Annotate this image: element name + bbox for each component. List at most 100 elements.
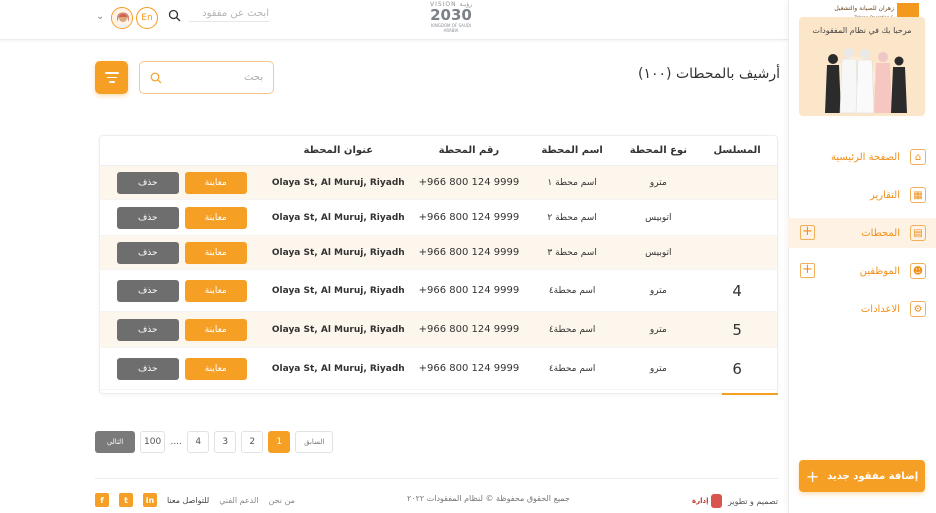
sidebar-item-label: الموظفين <box>859 265 900 277</box>
stations-icon: ▤ <box>910 225 926 241</box>
cell-phone: +966 800 124 9999 <box>418 363 520 374</box>
row-actions: معاينة حذف <box>100 206 264 229</box>
row-actions: معاينة حذف <box>100 279 264 302</box>
table-accent-bar <box>722 393 778 395</box>
add-button-label: إضافة مفقود جديد <box>827 470 919 482</box>
cell-type: مترو <box>649 324 667 335</box>
col-address: عنوان المحطة <box>303 145 374 156</box>
expand-plus-icon[interactable]: + <box>800 263 815 278</box>
view-button[interactable]: معاينة <box>184 279 247 302</box>
footer-credit: تصميم و تطوير إدارة <box>692 493 778 509</box>
cell-type: مترو <box>649 177 667 188</box>
footer-link-support[interactable]: الدعم الفني <box>219 496 258 505</box>
add-lost-item-button[interactable]: إضافة مفقود جديد + <box>799 460 925 492</box>
footer: تصميم و تطوير إدارة جميع الحقوق محفوظة ©… <box>95 478 778 513</box>
sidebar-item-employees[interactable]: ☻ الموظفين + <box>788 256 936 286</box>
welcome-banner: مرحبا بك في نظام المفقودات <box>799 17 925 116</box>
view-button[interactable]: معاينة <box>184 318 247 341</box>
cell-phone: +966 800 124 9999 <box>418 285 520 296</box>
view-button[interactable]: معاينة <box>184 241 247 264</box>
plus-icon: + <box>805 466 820 486</box>
view-button[interactable]: معاينة <box>184 171 247 194</box>
pagination-page[interactable]: 100 <box>140 431 166 453</box>
search-icon <box>150 72 162 83</box>
col-serial: المسلسل <box>713 145 761 156</box>
table-row: 5 مترو اسم محطة٤ +966 800 124 9999 Olaya… <box>100 312 777 348</box>
station-search-input[interactable]: بحث <box>244 72 263 83</box>
cell-serial: 5 <box>732 320 742 339</box>
idara-logo-text: إدارة <box>691 497 709 505</box>
linkedin-icon[interactable]: in <box>143 493 157 507</box>
delete-button[interactable]: حذف <box>116 171 179 194</box>
expand-plus-icon[interactable]: + <box>800 225 815 240</box>
table-row: اتوبيس اسم محطة ٣ +966 800 124 9999 Olay… <box>100 236 777 270</box>
cell-address: Olaya St, Al Muruj, Riyadh <box>271 212 405 223</box>
table-row: 6 مترو اسم محطة٤ +966 800 124 9999 Olaya… <box>100 348 777 390</box>
sidebar-item-label: التقارير <box>869 189 900 201</box>
delete-button[interactable]: حذف <box>116 241 179 264</box>
settings-icon: ⚙ <box>910 301 926 317</box>
filter-button[interactable] <box>95 61 128 94</box>
cell-phone: +966 800 124 9999 <box>418 212 520 223</box>
vision-year: 2030 <box>430 6 472 24</box>
pagination-next[interactable]: التالي <box>95 431 135 453</box>
sidebar-item-label: الاعدادات <box>860 303 900 315</box>
cell-serial: 4 <box>732 281 742 300</box>
cell-name: اسم محطة ٢ <box>547 212 597 223</box>
home-icon: ⌂ <box>910 149 926 165</box>
cell-address: Olaya St, Al Muruj, Riyadh <box>271 247 405 258</box>
user-avatar[interactable] <box>111 7 133 29</box>
cell-type: مترو <box>649 363 667 374</box>
sidebar-item-reports[interactable]: ▦ التقارير <box>788 180 936 210</box>
cell-address: Olaya St, Al Muruj, Riyadh <box>271 177 405 188</box>
sidebar: ZOM زهران للصيانة والتشغيل Zahran Operat… <box>788 0 936 513</box>
delete-button[interactable]: حذف <box>116 318 179 341</box>
idara-logo[interactable]: إدارة <box>692 493 722 509</box>
sidebar-nav: ⌂ الصفحة الرئيسية ▦ التقارير ▤ المحطات +… <box>788 142 936 332</box>
stations-table: المسلسل نوع المحطة اسم المحطة رقم المحطة… <box>99 135 778 394</box>
view-button[interactable]: معاينة <box>184 206 247 229</box>
pagination-page[interactable]: 4 <box>187 431 210 453</box>
station-search[interactable]: بحث <box>139 61 274 94</box>
cell-name: اسم محطة٤ <box>548 285 596 296</box>
people-illustration <box>825 48 907 114</box>
table-header: المسلسل نوع المحطة اسم المحطة رقم المحطة… <box>100 136 777 166</box>
cell-address: Olaya St, Al Muruj, Riyadh <box>271 324 405 335</box>
col-name: اسم المحطة <box>541 145 603 156</box>
sidebar-item-settings[interactable]: ⚙ الاعدادات <box>788 294 936 324</box>
row-actions: معاينة حذف <box>100 241 264 264</box>
cell-name: اسم محطة ٣ <box>547 247 597 258</box>
row-actions: معاينة حذف <box>100 318 264 341</box>
pagination-page[interactable]: 2 <box>241 431 264 453</box>
table-row: مترو اسم محطة ١ +966 800 124 9999 Olaya … <box>100 166 777 200</box>
filter-icon <box>104 72 119 74</box>
pagination-prev[interactable]: السابق <box>295 431 334 453</box>
cell-type: اتوبيس <box>645 247 672 258</box>
cell-name: اسم محطة٤ <box>548 324 596 335</box>
pagination-page-current[interactable]: 1 <box>268 431 291 453</box>
facebook-icon[interactable]: f <box>95 493 109 507</box>
delete-button[interactable]: حذف <box>116 357 179 380</box>
vision-2030-logo: VISION رؤيـة 2030 KINGDOM OF SAUDI ARABI… <box>425 1 477 35</box>
chevron-down-icon[interactable]: ⌄ <box>96 11 104 22</box>
twitter-icon[interactable]: t <box>119 493 133 507</box>
cell-phone: +966 800 124 9999 <box>418 324 520 335</box>
sidebar-item-label: الصفحة الرئيسية <box>831 151 900 163</box>
top-search-input[interactable]: ابحث عن مفقود <box>189 8 269 22</box>
footer-links: من نحن الدعم الفني للتواصل معنا in t f <box>95 493 295 507</box>
cell-phone: +966 800 124 9999 <box>418 247 520 258</box>
sidebar-item-home[interactable]: ⌂ الصفحة الرئيسية <box>788 142 936 172</box>
top-search[interactable]: ابحث عن مفقود <box>168 5 286 25</box>
table-row: 4 مترو اسم محطة٤ +966 800 124 9999 Olaya… <box>100 270 777 312</box>
language-toggle[interactable]: En <box>136 7 158 29</box>
pagination-page[interactable]: 3 <box>214 431 237 453</box>
footer-copyright: جميع الحقوق محفوظة © لنظام المفقودات ٢٠٢… <box>407 494 570 503</box>
delete-button[interactable]: حذف <box>116 206 179 229</box>
cell-address: Olaya St, Al Muruj, Riyadh <box>271 363 405 374</box>
table-row: اتوبيس اسم محطة ٢ +966 800 124 9999 Olay… <box>100 200 777 236</box>
footer-link-about[interactable]: من نحن <box>269 496 295 505</box>
delete-button[interactable]: حذف <box>116 279 179 302</box>
sidebar-item-stations[interactable]: ▤ المحطات + <box>788 218 936 248</box>
view-button[interactable]: معاينة <box>184 357 247 380</box>
cell-type: مترو <box>649 285 667 296</box>
